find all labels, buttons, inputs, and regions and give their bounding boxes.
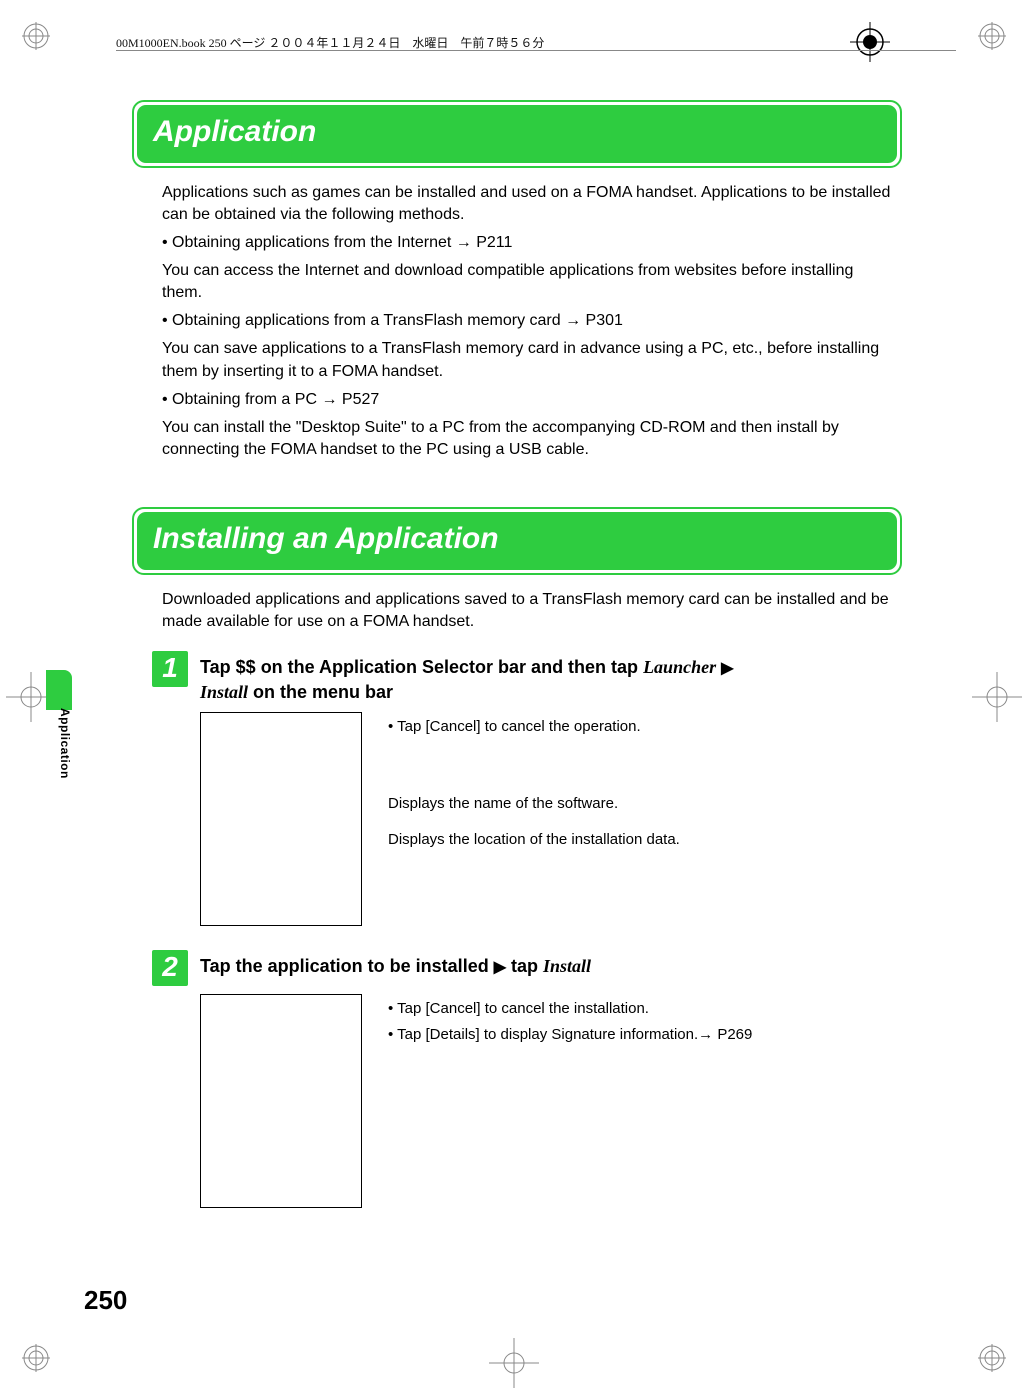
body-paragraph: You can access the Internet and download…: [162, 260, 892, 304]
section-box: Installing an Application: [132, 507, 902, 575]
step-body: Tap [Cancel] to cancel the installation.…: [200, 994, 902, 1208]
step-head-ital: Install: [543, 956, 591, 976]
registration-mark-icon: [22, 1344, 50, 1372]
bullet-item: Obtaining applications from a TransFlash…: [162, 310, 892, 332]
side-tab-accent: [46, 670, 72, 710]
intro-text: Downloaded applications and applications…: [162, 589, 892, 633]
step-head-text: tap: [506, 956, 543, 976]
section-title-application: Application: [153, 115, 316, 148]
registration-mark-icon: [978, 1344, 1006, 1372]
bullet-item: Obtaining from a PC → P527: [162, 389, 892, 411]
body-paragraph: You can save applications to a TransFlas…: [162, 338, 892, 382]
step-head-text: Tap the application to be installed: [200, 956, 494, 976]
step-notes: Tap [Cancel] to cancel the operation. Di…: [388, 712, 680, 926]
side-tab-label: Application: [46, 708, 72, 779]
step-head-text: on the menu bar: [248, 682, 393, 702]
screenshot-placeholder: [200, 712, 362, 926]
step-1: 1 Tap $$ on the Application Selector bar…: [152, 651, 892, 704]
step-head-ital: Launcher: [643, 657, 716, 677]
triangle-right-icon: ▶: [494, 959, 506, 976]
screenshot-placeholder: [200, 994, 362, 1208]
step-head-text: Tap $$ on the Application Selector bar a…: [200, 657, 643, 677]
body-paragraph: You can install the "Desktop Suite" to a…: [162, 417, 892, 461]
step-2: 2 Tap the application to be installed ▶ …: [152, 950, 892, 986]
crop-mark-icon: [972, 672, 1022, 722]
page-content: Application Applications such as games c…: [132, 100, 902, 1208]
step-number: 2: [152, 950, 188, 986]
intro-text: Applications such as games can be instal…: [162, 182, 892, 226]
step-heading: Tap $$ on the Application Selector bar a…: [200, 651, 733, 704]
section-box: Application: [132, 100, 902, 168]
side-tab: Application: [46, 694, 72, 794]
note-item: Tap [Cancel] to cancel the installation.: [388, 998, 752, 1020]
step-number: 1: [152, 651, 188, 687]
bullet-item: Obtaining applications from the Internet…: [162, 232, 892, 254]
print-header: 00M1000EN.book 250 ページ ２００４年１１月２４日 水曜日 午…: [116, 34, 956, 51]
note-item: Tap [Cancel] to cancel the operation.: [388, 716, 680, 738]
note-text: Displays the location of the installatio…: [388, 829, 680, 851]
section-body: Downloaded applications and applications…: [162, 589, 892, 633]
page-number: 250: [84, 1285, 127, 1316]
section-title-installing: Installing an Application: [153, 522, 499, 555]
step-head-ital: Install: [200, 682, 248, 702]
registration-mark-icon: [978, 22, 1006, 50]
registration-mark-icon: [22, 22, 50, 50]
triangle-right-icon: ▶: [721, 660, 733, 677]
step-body: Tap [Cancel] to cancel the operation. Di…: [200, 712, 902, 926]
step-heading: Tap the application to be installed ▶ ta…: [200, 950, 591, 979]
crop-mark-icon: [489, 1338, 539, 1388]
header-rule: [116, 50, 956, 51]
note-text: Displays the name of the software.: [388, 793, 680, 815]
note-item: Tap [Details] to display Signature infor…: [388, 1024, 752, 1046]
step-notes: Tap [Cancel] to cancel the installation.…: [388, 994, 752, 1208]
section-body: Applications such as games can be instal…: [162, 182, 892, 461]
